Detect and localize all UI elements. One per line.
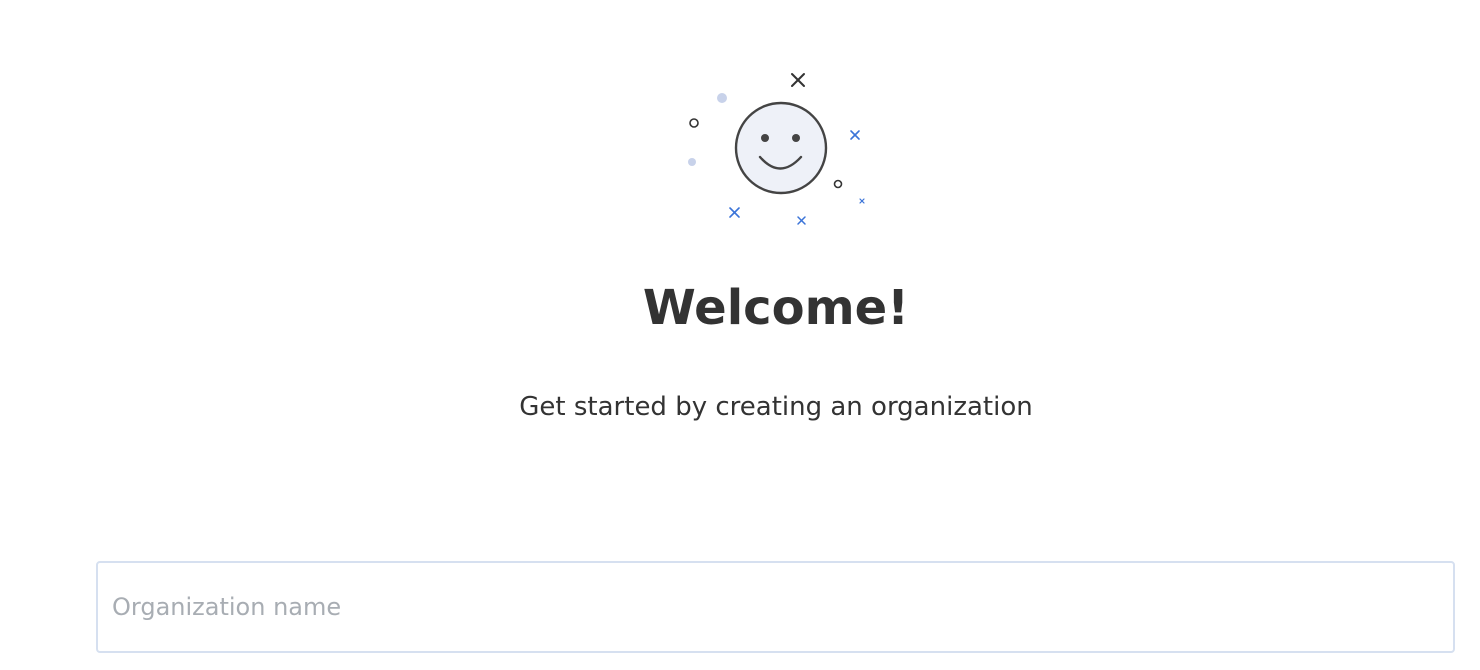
- decor-cross-dark: [791, 73, 805, 87]
- welcome-title: Welcome!: [642, 280, 910, 336]
- decor-cross-blue: [797, 216, 806, 225]
- decor-ring: [689, 118, 699, 128]
- smiley-face-illustration: [688, 73, 865, 225]
- decor-ring: [833, 179, 843, 189]
- decor-dot-light: [688, 158, 696, 166]
- decor-cross-blue: [729, 207, 740, 218]
- decor-cross-blue: [859, 198, 865, 204]
- decor-dot-light: [717, 93, 727, 103]
- welcome-subtitle: Get started by creating an organization: [519, 392, 1033, 422]
- decor-cross-blue: [850, 130, 860, 140]
- smiley-face-icon: [734, 101, 828, 195]
- organization-name-input[interactable]: [96, 561, 1455, 653]
- welcome-page: Welcome! Get started by creating an orga…: [0, 0, 1480, 670]
